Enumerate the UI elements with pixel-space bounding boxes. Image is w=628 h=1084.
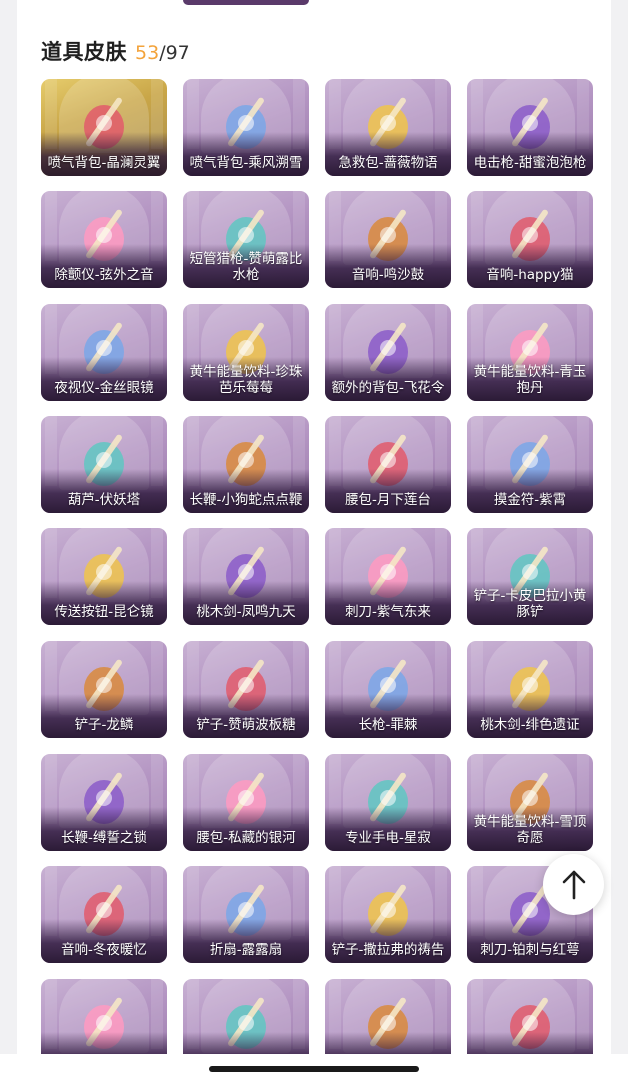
skin-item[interactable]: 铲子-卡皮巴拉小黄豚铲	[467, 528, 593, 625]
skin-item[interactable]: 摸金符-紫霄	[467, 416, 593, 513]
skin-item-name: 摸金符-紫霄	[493, 492, 567, 508]
skin-item-name: 除颤仪-弦外之音	[54, 267, 154, 283]
skin-item-name: 铲子-卡皮巴拉小黄豚铲	[473, 588, 587, 620]
skin-item-name: 喷气背包-晶澜灵翼	[47, 155, 161, 171]
skin-item-name: 夜视仪-金丝眼镜	[54, 380, 154, 396]
skin-item-name: 铲子-龙鳞	[74, 717, 134, 733]
skin-item[interactable]: 长枪-罪棘	[325, 641, 451, 738]
skin-item-name: 长枪-罪棘	[358, 717, 418, 733]
arrow-up-icon	[562, 870, 585, 899]
scroll-to-top-button[interactable]	[543, 854, 604, 915]
skin-item-name: 黄牛能量饮料-青玉抱丹	[473, 364, 587, 396]
skin-item-name: 音响-冬夜暖忆	[61, 942, 147, 958]
skin-item[interactable]: 桃木剑-凤鸣九天	[183, 528, 309, 625]
skin-item-name: 铲子-赞萌波板糖	[196, 717, 296, 733]
skin-item-name: 短管猎枪-赞萌露比水枪	[189, 251, 303, 283]
skin-item-name: 急救包-蔷薇物语	[338, 155, 438, 171]
skin-item[interactable]: 黄牛能量饮料-雪顶奇愿	[467, 754, 593, 851]
skin-item[interactable]: 音响-冬夜暖忆	[41, 866, 167, 963]
skin-item[interactable]: 夜视仪-金丝眼镜	[41, 304, 167, 401]
skin-item[interactable]: 额外的背包-飞花令	[325, 304, 451, 401]
skin-item[interactable]: 长鞭-缚誓之锁	[41, 754, 167, 851]
skin-item-name: 音响-happy猫	[486, 267, 574, 283]
skin-item[interactable]: 传送按钮-昆仑镜	[41, 528, 167, 625]
skin-item-name: 音响-鸣沙鼓	[351, 267, 425, 283]
skin-item-name: 长鞭-小狗蛇点点鞭	[189, 492, 303, 508]
skin-item-name: 刺刀-铂刺与红萼	[480, 942, 580, 958]
skin-item[interactable]: 葫芦-伏妖塔	[41, 416, 167, 513]
skin-item-name: 葫芦-伏妖塔	[67, 492, 141, 508]
skin-item[interactable]: 铲子-赞萌波板糖	[183, 641, 309, 738]
skin-item-name: 刺刀-紫气东来	[345, 604, 431, 620]
skin-item[interactable]: 专业手电-星寂	[325, 754, 451, 851]
skin-item[interactable]: 喷气背包-乘风溯雪	[183, 79, 309, 176]
skin-item[interactable]: 音响-happy猫	[467, 191, 593, 288]
skin-item[interactable]: 腰包-私藏的银河	[183, 754, 309, 851]
skin-item[interactable]: 铲子-龙鳞	[41, 641, 167, 738]
skin-item[interactable]: 桃木剑-绯色遗证	[467, 641, 593, 738]
skin-item[interactable]: 急救包-蔷薇物语	[325, 79, 451, 176]
skin-item-name: 黄牛能量饮料-珍珠芭乐莓莓	[189, 364, 303, 396]
skin-item-name: 电击枪-甜蜜泡泡枪	[473, 155, 587, 171]
skin-item-name: 铲子-撒拉弗的祷告	[331, 942, 445, 958]
skin-item[interactable]: 电击枪-甜蜜泡泡枪	[467, 79, 593, 176]
skin-item[interactable]: 除颤仪-弦外之音	[41, 191, 167, 288]
skin-item[interactable]: 音响-鸣沙鼓	[325, 191, 451, 288]
skin-item-name: 喷气背包-乘风溯雪	[189, 155, 303, 171]
skin-item-name: 桃木剑-凤鸣九天	[196, 604, 296, 620]
skin-item[interactable]: 铲子-撒拉弗的祷告	[325, 866, 451, 963]
section-title: 道具皮肤	[41, 40, 127, 64]
skin-item[interactable]: 折扇-露露扇	[183, 866, 309, 963]
skin-item[interactable]: 长鞭-小狗蛇点点鞭	[183, 416, 309, 513]
total-count: 97	[165, 42, 190, 64]
home-indicator	[209, 1066, 419, 1072]
skin-item-name: 折扇-露露扇	[209, 942, 283, 958]
skin-item-name: 额外的背包-飞花令	[331, 380, 445, 396]
skin-item-name: 专业手电-星寂	[345, 830, 431, 846]
skin-item-name: 桃木剑-绯色遗证	[480, 717, 580, 733]
skin-item[interactable]: 短管猎枪-赞萌露比水枪	[183, 191, 309, 288]
skin-item-name: 长鞭-缚誓之锁	[61, 830, 147, 846]
skin-item-name: 黄牛能量饮料-雪顶奇愿	[473, 814, 587, 846]
skin-item[interactable]: 黄牛能量饮料-珍珠芭乐莓莓	[183, 304, 309, 401]
owned-count: 53	[135, 42, 160, 64]
skin-item-name: 腰包-月下莲台	[345, 492, 431, 508]
skin-item-name: 传送按钮-昆仑镜	[54, 604, 154, 620]
skin-item-name: 腰包-私藏的银河	[196, 830, 296, 846]
skin-item[interactable]: 刺刀-紫气东来	[325, 528, 451, 625]
skin-item[interactable]: 黄牛能量饮料-青玉抱丹	[467, 304, 593, 401]
skin-item[interactable]: 喷气背包-晶澜灵翼	[41, 79, 167, 176]
section-header: 道具皮肤 53 / 97	[41, 36, 190, 66]
previous-tile-edge	[183, 0, 309, 5]
skin-item[interactable]: 腰包-月下莲台	[325, 416, 451, 513]
